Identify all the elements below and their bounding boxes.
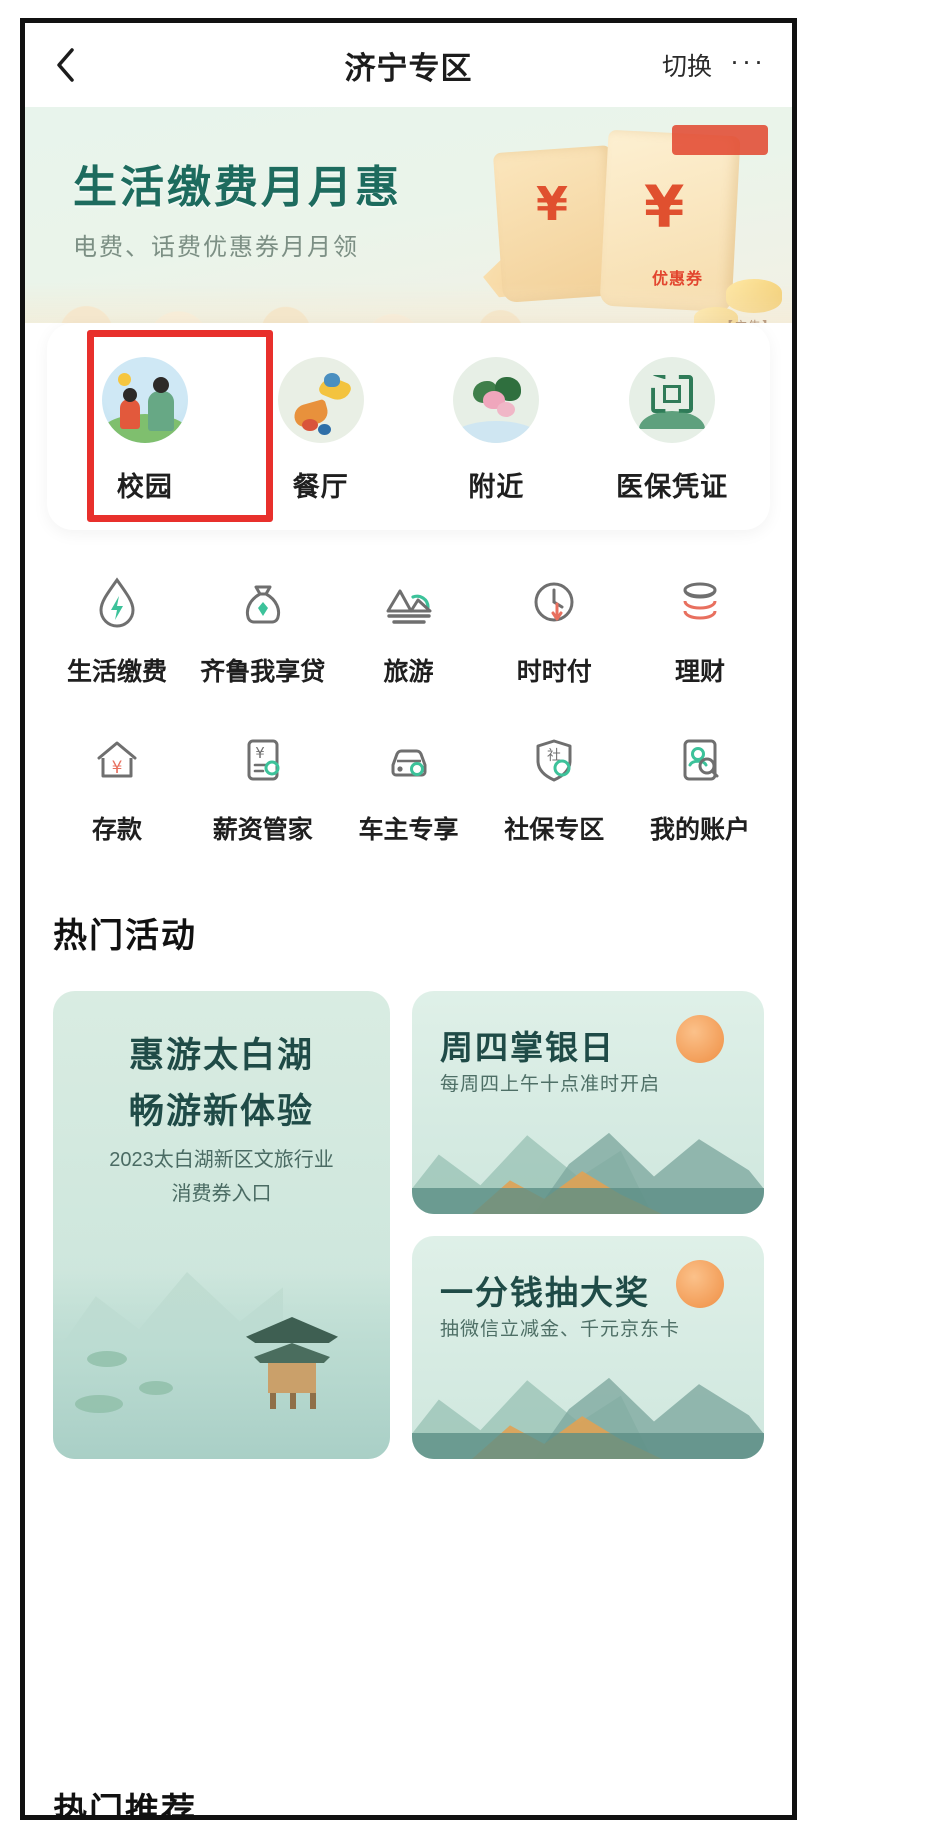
promo-banner[interactable]: ¥ ¥ 优惠券 生活缴费月月惠 电费、话费优惠券月月领 【广告】 <box>25 107 792 345</box>
top-navigation-bar: 济宁专区 切换 ··· <box>25 23 792 107</box>
service-label: 齐鲁我享贷 <box>200 658 326 686</box>
service-label: 车主专享 <box>358 816 459 844</box>
payslip-icon: ¥ <box>231 728 295 792</box>
activity-card-one-cent-lottery[interactable]: 一分钱抽大奖 抽微信立减金、千元京东卡 <box>412 1236 764 1459</box>
services-grid: 生活缴费 齐鲁我享贷 旅游 时时付 理财 ¥ 存款 ¥ 薪资管家 车主专享 社 … <box>25 530 792 846</box>
service-item-wealth[interactable]: 理财 <box>634 570 766 688</box>
svg-text:¥: ¥ <box>112 758 123 778</box>
restaurant-icon <box>277 357 364 443</box>
more-options-icon[interactable]: ··· <box>730 47 766 83</box>
campus-icon <box>101 357 188 443</box>
app-screen: 济宁专区 切换 ··· ¥ ¥ 优惠券 生活缴费月月惠 电费、话费优惠券月月领 <box>25 23 792 1815</box>
service-item-instant-pay[interactable]: 时时付 <box>488 570 620 688</box>
sun-decoration <box>676 1260 724 1308</box>
activity-card-thursday-mobile-bank[interactable]: 周四掌银日 每周四上午十点准时开启 <box>412 991 764 1214</box>
service-item-qilu-loan[interactable]: 齐鲁我享贷 <box>197 570 329 688</box>
shield-social-security-icon: 社 <box>522 728 586 792</box>
quick-action-restaurant[interactable]: 餐厅 <box>246 357 396 504</box>
service-item-utilities[interactable]: 生活缴费 <box>51 570 183 688</box>
quick-actions-card: 校园 餐厅 附近 医保凭证 <box>47 323 770 530</box>
services-row-2: ¥ 存款 ¥ 薪资管家 车主专享 社 社保专区 我的账户 <box>51 728 766 846</box>
service-label: 理财 <box>674 658 725 686</box>
quick-action-label: 医保凭证 <box>616 472 729 502</box>
nav-right-actions: 切换 ··· <box>662 47 766 83</box>
quick-action-label: 校园 <box>116 472 173 502</box>
phone-frame: 济宁专区 切换 ··· ¥ ¥ 优惠券 生活缴费月月惠 电费、话费优惠券月月领 <box>20 18 797 1820</box>
activity-card-taibai-lake[interactable]: 惠游太白湖 畅游新体验 2023太白湖新区文旅行业 消费券入口 <box>53 991 390 1459</box>
service-label: 生活缴费 <box>66 658 167 686</box>
mountain-range-decoration <box>412 1096 764 1214</box>
switch-region-button[interactable]: 切换 <box>662 47 712 83</box>
money-bag-icon <box>231 570 295 634</box>
banner-subtitle: 电费、话费优惠券月月领 <box>73 235 359 261</box>
activity-title: 周四掌银日 <box>440 1029 615 1066</box>
back-icon[interactable] <box>51 48 81 82</box>
car-icon <box>377 728 441 792</box>
quick-action-nearby[interactable]: 附近 <box>421 357 571 504</box>
svg-text:¥: ¥ <box>255 744 265 762</box>
sun-decoration <box>676 1015 724 1063</box>
banner-title: 生活缴费月月惠 <box>73 163 402 212</box>
quick-action-medical-insurance[interactable]: 医保凭证 <box>597 357 747 504</box>
activity-subtitle-line2: 消费券入口 <box>171 1183 272 1205</box>
section-title-hot-activities: 热门活动 <box>53 917 197 955</box>
quick-action-campus[interactable]: 校园 <box>70 357 220 504</box>
service-label: 薪资管家 <box>212 816 313 844</box>
lotus-decoration-1 <box>87 1351 127 1367</box>
activity-subtitle-line1: 2023太白湖新区文旅行业 <box>109 1149 334 1171</box>
service-item-deposit[interactable]: ¥ 存款 <box>51 728 183 846</box>
service-item-car-owner[interactable]: 车主专享 <box>343 728 475 846</box>
mountain-icon <box>377 570 441 634</box>
quick-action-label: 餐厅 <box>292 472 349 502</box>
activity-title-line1: 惠游太白湖 <box>128 1036 314 1075</box>
service-label: 存款 <box>91 816 142 844</box>
pavilion-decoration <box>246 1317 338 1409</box>
mountain-range-decoration <box>412 1341 764 1459</box>
activity-subtitle: 抽微信立减金、千元京东卡 <box>440 1319 681 1340</box>
service-label: 我的账户 <box>649 816 750 844</box>
yen-symbol-left: ¥ <box>536 177 569 231</box>
service-label: 旅游 <box>383 658 434 686</box>
service-item-social-security[interactable]: 社 社保专区 <box>488 728 620 846</box>
water-drop-bolt-icon <box>85 570 149 634</box>
account-search-icon <box>668 728 732 792</box>
service-item-travel[interactable]: 旅游 <box>343 570 475 688</box>
service-item-my-account[interactable]: 我的账户 <box>634 728 766 846</box>
coin-stack-icon <box>668 570 732 634</box>
yen-symbol-right: ¥ <box>644 173 685 241</box>
service-item-payroll[interactable]: ¥ 薪资管家 <box>197 728 329 846</box>
services-row-1: 生活缴费 齐鲁我享贷 旅游 时时付 理财 <box>51 570 766 688</box>
medical-insurance-credential-icon <box>629 357 716 443</box>
activity-subtitle: 每周四上午十点准时开启 <box>440 1074 661 1095</box>
activity-cards-column: 周四掌银日 每周四上午十点准时开启 一分钱抽大奖 抽微信立减金、千元京东卡 <box>412 991 764 1459</box>
activity-title: 一分钱抽大奖 <box>440 1274 650 1311</box>
service-label: 社保专区 <box>504 816 605 844</box>
service-label: 时时付 <box>516 658 592 686</box>
quick-actions-section: 校园 餐厅 附近 医保凭证 <box>25 323 792 530</box>
clock-icon <box>522 570 586 634</box>
lotus-decoration-3 <box>75 1395 123 1413</box>
next-section-title-peek: 热门推荐 <box>53 1792 197 1815</box>
activity-title-line2: 畅游新体验 <box>128 1092 314 1131</box>
lotus-decoration-2 <box>139 1381 173 1395</box>
hot-activities-list: 惠游太白湖 畅游新体验 2023太白湖新区文旅行业 消费券入口 周四掌银日 每周… <box>25 957 792 1459</box>
coupon-tag <box>672 125 768 155</box>
nearby-icon <box>453 357 540 443</box>
banner-text-block: 生活缴费月月惠 电费、话费优惠券月月领 <box>73 151 402 262</box>
quick-action-label: 附近 <box>468 472 525 502</box>
house-yuan-icon: ¥ <box>85 728 149 792</box>
